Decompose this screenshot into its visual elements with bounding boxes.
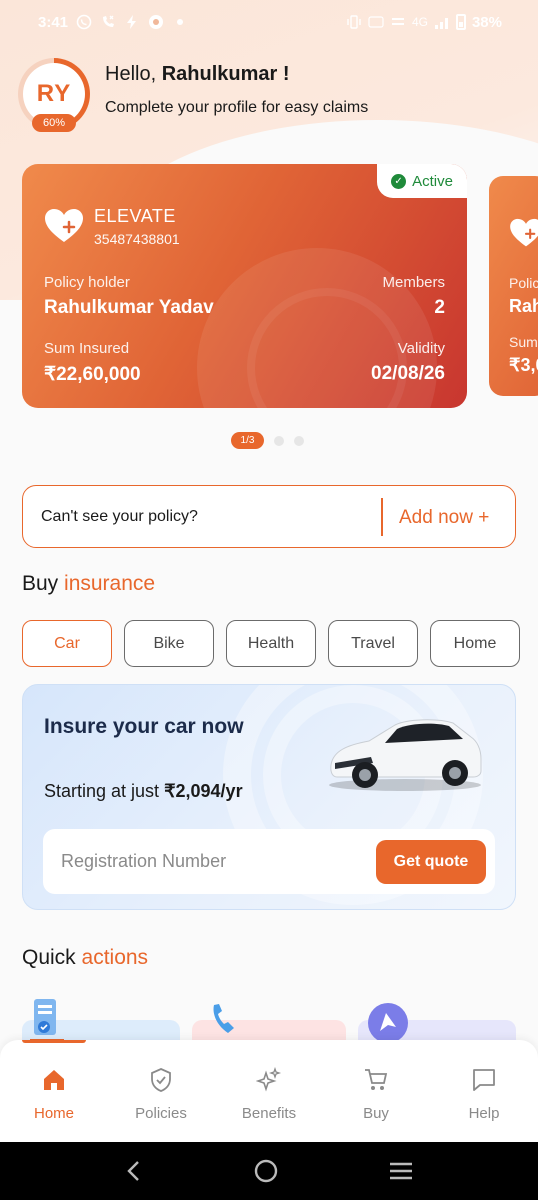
peek-sum-label: Sum [509, 334, 538, 350]
home-icon [44, 1070, 64, 1090]
nav-label: Policies [135, 1105, 187, 1122]
pager-current: 1/3 [231, 432, 264, 449]
chip-bike[interactable]: Bike [124, 620, 214, 667]
navigation-icon [368, 1003, 408, 1041]
greeting: Hello, Rahulkumar ! [105, 63, 290, 86]
battery-icon [455, 14, 466, 30]
check-icon: ✓ [391, 173, 407, 189]
home-circle-icon[interactable] [253, 1158, 279, 1184]
notification-dot-icon [172, 14, 188, 30]
nav-label: Home [33, 1105, 74, 1122]
heart-plus-icon [45, 209, 83, 242]
car-insurance-promo: Insure your car now Starting at just ₹2,… [22, 684, 516, 910]
get-quote-button[interactable]: Get quote [376, 840, 486, 884]
buy-insurance-title: Buy insurance [22, 572, 156, 595]
missing-policy-text: Can't see your policy? [41, 507, 198, 525]
back-icon[interactable] [124, 1159, 144, 1183]
members-label: Members [382, 274, 445, 291]
flash-icon [124, 14, 140, 30]
registration-box: Get quote [43, 829, 495, 894]
shield-check-icon [151, 1068, 171, 1092]
network-type: 4G [411, 15, 428, 29]
greeting-prefix: Hello, [105, 63, 157, 85]
chat-icon [473, 1069, 495, 1091]
car-image [329, 719, 482, 791]
promo-price: ₹2,094/yr [164, 781, 243, 801]
nav-label: Benefits [241, 1105, 297, 1122]
status-badge: ✓ Active [377, 164, 467, 198]
next-policy-card[interactable]: Polic Rah Sum ₹3,0 [489, 176, 538, 396]
bottom-navigation: Home Policies Benefits Buy Help [0, 1040, 538, 1142]
chip-travel[interactable]: Travel [328, 620, 418, 667]
heart-plus-icon [510, 218, 538, 247]
validity-value: 02/08/26 [371, 363, 445, 384]
nav-help[interactable]: Help [430, 1040, 538, 1142]
user-name: Rahulkumar ! [161, 63, 290, 85]
holder-name: Rahulkumar Yadav [44, 297, 214, 318]
signal-icon [434, 14, 450, 30]
nav-benefits[interactable]: Benefits [215, 1040, 323, 1142]
status-bar: 3:41 4G 38% [0, 0, 538, 44]
insurance-type-chips: Car Bike Health Travel Home [22, 620, 520, 667]
peek-holder-label: Polic [509, 275, 538, 291]
volte-icon [368, 14, 384, 30]
profile-completion-badge: 60% [32, 114, 76, 132]
sum-insured-label: Sum Insured [44, 340, 130, 357]
vibrate-icon [346, 14, 362, 30]
missing-policy-banner: Can't see your policy? Add now + [22, 485, 516, 548]
nav-policies[interactable]: Policies [107, 1040, 215, 1142]
system-navigation-bar [0, 1142, 538, 1200]
whatsapp-icon [76, 14, 92, 30]
profile-avatar[interactable]: RY 60% [18, 58, 90, 132]
plan-name: ELEVATE [94, 206, 176, 226]
peek-holder: Rah [509, 296, 538, 316]
status-time: 3:41 [38, 13, 69, 31]
policy-number: 35487438801 [94, 231, 180, 247]
cart-icon [365, 1069, 388, 1090]
phone-icon [213, 1004, 234, 1033]
policy-card[interactable]: ✓ Active ELEVATE 35487438801 Policy hold… [22, 164, 467, 408]
nav-buy[interactable]: Buy [322, 1040, 430, 1142]
validity-label: Validity [397, 340, 445, 357]
data-speed-icon [390, 14, 406, 30]
missed-call-icon [100, 14, 116, 30]
status-label: Active [412, 172, 453, 190]
quick-actions-row [22, 995, 538, 1060]
chip-health[interactable]: Health [226, 620, 316, 667]
profile-prompt[interactable]: Complete your profile for easy claims [105, 99, 368, 117]
nav-label: Buy [363, 1105, 389, 1122]
document-icon [30, 999, 64, 1042]
app-notification-icon [148, 14, 164, 30]
peek-sum: ₹3,0 [509, 355, 538, 375]
battery-percent: 38% [471, 13, 502, 31]
sum-insured-value: ₹22,60,000 [44, 364, 141, 385]
add-policy-button[interactable]: Add now + [399, 486, 489, 549]
promo-title: Insure your car now [44, 715, 244, 738]
registration-number-input[interactable] [61, 829, 351, 894]
members-count: 2 [434, 297, 445, 318]
chip-car[interactable]: Car [22, 620, 112, 667]
pager-dot[interactable] [274, 435, 284, 446]
nav-home[interactable]: Home [0, 1040, 108, 1142]
sparkles-icon [256, 1067, 282, 1092]
chip-home[interactable]: Home [430, 620, 520, 667]
quick-actions-title: Quick actions [22, 946, 149, 969]
pager-dot[interactable] [294, 435, 304, 446]
nav-label: Help [468, 1105, 500, 1122]
promo-subtitle: Starting at just ₹2,094/yr [44, 781, 243, 801]
holder-label: Policy holder [44, 274, 130, 291]
active-indicator [22, 1040, 86, 1043]
recents-menu-icon[interactable] [388, 1160, 414, 1182]
carousel-pager: 1/3 [231, 432, 304, 449]
